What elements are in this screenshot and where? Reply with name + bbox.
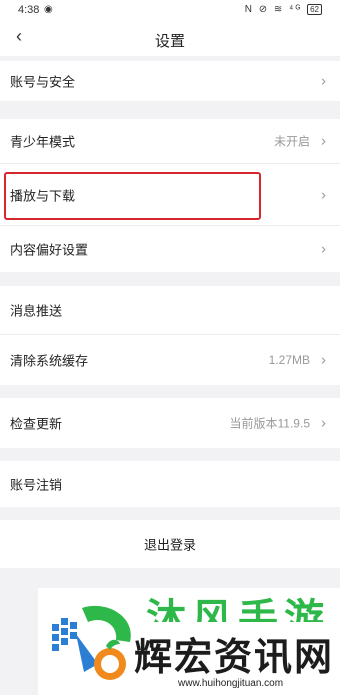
chevron-right-icon: › (321, 132, 326, 150)
watermark: 沐风手游 辉宏资讯网 www.huihongjituan.com (38, 588, 340, 695)
chevron-right-icon: › (321, 414, 326, 432)
settings-item-value: 未开启 (273, 134, 310, 149)
page-title: 设置 (154, 33, 185, 50)
settings-item-push-notifications[interactable]: 消息推送 (0, 286, 340, 334)
network-icons: N ⊘ ≋ ⁴ᴳ (244, 4, 303, 15)
watermark-title-top: 沐风手游 (146, 597, 330, 622)
settings-item-value: 当前版本11.9.5 (229, 416, 310, 431)
settings-item-delete-account[interactable]: 账号注销 (0, 461, 340, 507)
battery-icon: 62 (307, 4, 322, 15)
settings-item-label: 账号与安全 (10, 74, 76, 90)
chevron-right-icon: › (321, 186, 326, 203)
chevron-right-icon: › (321, 351, 326, 369)
logout-label: 退出登录 (143, 537, 196, 553)
settings-item-teen-mode[interactable]: 青少年模式 未开启 › (0, 119, 340, 163)
settings-item-account-security[interactable]: 账号与安全 › (0, 61, 340, 101)
settings-item-label: 账号注销 (10, 477, 63, 493)
settings-item-content-preferences[interactable]: 内容偏好设置 › (0, 226, 340, 272)
logout-button[interactable]: 退出登录 (0, 520, 340, 568)
watermark-logo-icon (52, 605, 131, 680)
settings-item-value: 1.27MB (268, 353, 310, 367)
settings-item-label: 青少年模式 (10, 134, 76, 150)
settings-item-label: 内容偏好设置 (10, 242, 89, 258)
settings-item-label: 检查更新 (10, 416, 63, 432)
eye-icon: ◉ (44, 4, 53, 15)
chevron-right-icon: › (321, 72, 326, 90)
settings-item-check-update[interactable]: 检查更新 当前版本11.9.5 › (0, 398, 340, 448)
settings-item-label: 清除系统缓存 (10, 353, 89, 369)
chevron-right-icon: › (321, 240, 326, 258)
nav-bar: ‹ 设置 (0, 20, 340, 56)
watermark-url: www.huihongjituan.com (178, 678, 284, 689)
status-time: 4:38 (18, 4, 40, 16)
watermark-title: 辉宏资讯网 (134, 635, 335, 679)
highlight-box (4, 172, 261, 220)
settings-item-label: 消息推送 (10, 303, 63, 319)
settings-item-clear-cache[interactable]: 清除系统缓存 1.27MB › (0, 335, 340, 385)
status-icons: N ⊘ ≋ ⁴ᴳ 62 (245, 4, 322, 15)
status-bar: 4:38 ◉ N ⊘ ≋ ⁴ᴳ 62 (0, 0, 340, 20)
